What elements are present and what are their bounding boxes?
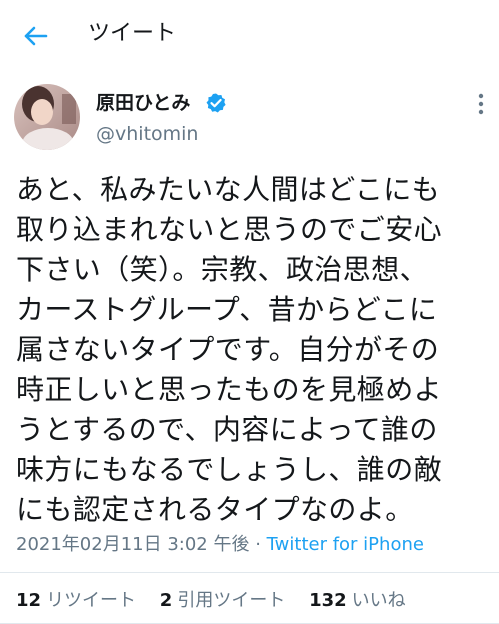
tweet-text-line: 時正しいと思ったものを見極めよ [16,373,443,406]
avatar[interactable] [14,84,80,150]
tweet-text-line: あと、私みたいな人間はどこにも [16,173,441,206]
author-name[interactable]: 原田ひとみ [96,91,190,115]
top-bar: ツイート [0,0,499,66]
quotes-label: 引用ツイート [177,590,286,611]
tweet-text-line: 下さい（笑）。宗教、政治思想、 [16,253,429,286]
more-vertical-icon [478,93,484,115]
tweet-text-line: にも認定されるタイプなのよ。 [16,493,414,526]
tweet-meta: 2021年02月11日 3:02 午後 · Twitter for iPhone [16,533,424,557]
tweet-timestamp[interactable]: 2021年02月11日 3:02 午後 [16,534,249,555]
arrow-left-icon [24,26,48,46]
avatar-image [14,84,80,150]
retweets-count: 12 [16,590,42,611]
tweet-text: あと、私みたいな人間はどこにも 取り込まれないと思うのでご安心 下さい（笑）。宗… [16,170,486,530]
meta-separator: · [249,534,267,555]
quotes-count: 2 [159,590,173,611]
tweet-text-line: 取り込まれないと思うのでご安心 [16,213,443,246]
back-button[interactable] [22,22,50,50]
tweet-text-line: 属さないタイプです。自分がその [16,333,440,366]
tweet-text-line: カーストグループ、昔からどこに [16,293,438,326]
verified-badge-icon [205,92,227,114]
likes-label: いいね [351,590,406,611]
tweet-text-line: うとするので、内容によって誰の [16,413,438,446]
page-title: ツイート [88,21,177,46]
retweets-label: リツイート [46,590,137,611]
author-handle[interactable]: @vhitomin [96,122,198,146]
tweet-text-line: 味方にもなるでしょうし、誰の敵 [16,453,443,486]
quotes-stat[interactable]: 2 引用ツイート [160,589,286,613]
likes-stat[interactable]: 132 いいね [309,589,406,613]
more-options-button[interactable] [474,92,488,116]
divider [0,572,499,573]
tweet-stats: 12 リツイート 2 引用ツイート 132 いいね [16,589,424,613]
tweet-source-link[interactable]: Twitter for iPhone [267,534,424,555]
likes-count: 132 [309,590,347,611]
retweets-stat[interactable]: 12 リツイート [16,589,136,613]
